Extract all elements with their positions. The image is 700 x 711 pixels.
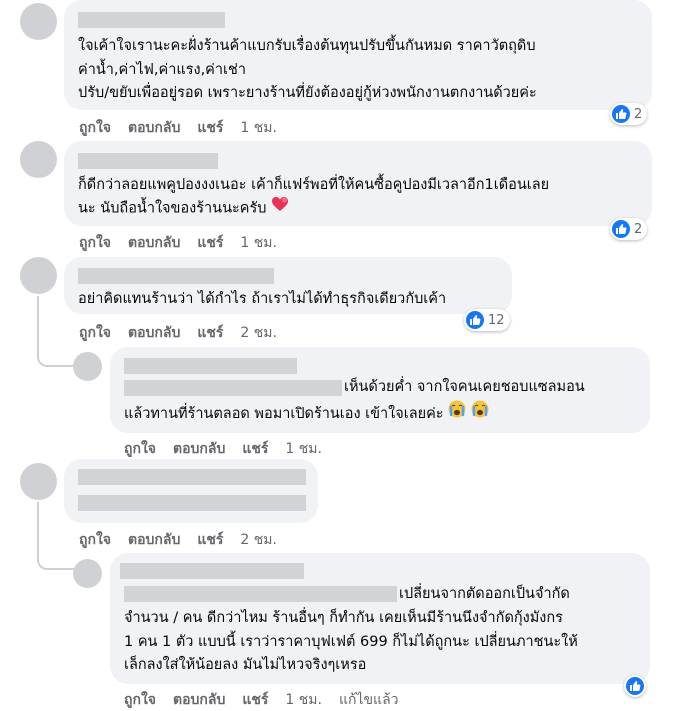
comment-text-line: เห็นด้วยค่ำ จากใจคนเคยชอบแซลมอน xyxy=(344,379,585,395)
reaction-count-badge[interactable]: 2 xyxy=(610,103,648,125)
like-button[interactable]: ถูกใจ xyxy=(124,441,156,457)
like-icon xyxy=(466,311,484,329)
comment-text-line: นะ นับถือน้ำใจของร้านนะครับ xyxy=(78,200,267,217)
like-button[interactable]: ถูกใจ xyxy=(79,235,111,251)
comment-bubble xyxy=(64,459,318,523)
commenter-avatar[interactable] xyxy=(20,3,57,40)
reply-bubble: เปลี่ยนจากตัดออกเป็นจำกัด จำนวน / คน ดีก… xyxy=(110,553,650,684)
comment-text-line: ปรับ/ขยับเพื่ออยู่รอด เพราะยางร้านที่ยัง… xyxy=(78,85,537,101)
reaction-count-badge[interactable]: 12 xyxy=(464,309,510,331)
share-button[interactable]: แชร์ xyxy=(242,692,268,708)
reply-button[interactable]: ตอบกลับ xyxy=(173,692,225,708)
share-button[interactable]: แชร์ xyxy=(197,532,223,548)
reply-button[interactable]: ตอบกลับ xyxy=(173,441,225,457)
like-icon xyxy=(612,220,630,238)
share-button[interactable]: แชร์ xyxy=(197,235,223,251)
comment-actions: ถูกใจ ตอบกลับ แชร์ 1 ชม. xyxy=(79,232,294,254)
comment-text-line: จำนวน / คน ดีกว่าไหม ร้านอื่นๆ ก็ทำกัน เ… xyxy=(124,610,563,626)
comment-bubble: ใจเค้าใจเรานะคะฝั่งร้านค้าแบกรับเรื่องต้… xyxy=(64,0,652,110)
comment-text-line: ใจเค้าใจเรานะคะฝั่งร้านค้าแบกรับเรื่องต้… xyxy=(78,38,536,54)
replier-avatar[interactable] xyxy=(73,559,102,588)
like-button[interactable]: ถูกใจ xyxy=(79,532,111,548)
redacted-comment-text xyxy=(78,495,306,511)
commenter-avatar[interactable] xyxy=(20,257,57,294)
crying-face-icon xyxy=(448,400,466,428)
redacted-mention xyxy=(124,586,397,602)
reply-button[interactable]: ตอบกลับ xyxy=(128,532,180,548)
reaction-count: 2 xyxy=(634,221,643,237)
comment-text-line: อย่าคิดแทนร้านว่า ได้กำไร ถ้าเราไม่ได้ทำ… xyxy=(78,291,447,307)
comment-timestamp[interactable]: 1 ชม. xyxy=(285,441,322,457)
replier-avatar[interactable] xyxy=(73,352,102,381)
comment-bubble: ก็ดีกว่าลอยแพคูปองงงเนอะ เค้าก็แฟร์พอที่… xyxy=(64,141,652,226)
like-button[interactable]: ถูกใจ xyxy=(124,692,156,708)
comment-actions: ถูกใจ ตอบกลับ แชร์ 1 ชม. xyxy=(79,117,294,139)
like-button[interactable]: ถูกใจ xyxy=(79,120,111,136)
comment-timestamp[interactable]: 1 ชม. xyxy=(285,692,322,708)
like-button[interactable]: ถูกใจ xyxy=(79,325,111,341)
share-button[interactable]: แชร์ xyxy=(197,325,223,341)
edited-label[interactable]: แก้ไขแล้ว xyxy=(339,692,399,708)
comment-actions: ถูกใจ ตอบกลับ แชร์ 1 ชม. แก้ไขแล้ว xyxy=(124,689,399,711)
comment-actions: ถูกใจ ตอบกลับ แชร์ 1 ชม. xyxy=(124,438,339,460)
share-button[interactable]: แชร์ xyxy=(197,120,223,136)
comment-text-line: แล้วทานที่ร้านตลอด พอมาเปิดร้านเอง เข้าใ… xyxy=(124,406,444,422)
reply-button[interactable]: ตอบกลับ xyxy=(128,235,180,251)
redacted-username xyxy=(124,358,297,374)
redacted-username xyxy=(78,153,218,169)
reply-button[interactable]: ตอบกลับ xyxy=(128,120,180,136)
reaction-count: 12 xyxy=(488,312,505,328)
comment-bubble: อย่าคิดแทนร้านว่า ได้กำไร ถ้าเราไม่ได้ทำ… xyxy=(64,257,512,314)
comment-timestamp[interactable]: 2 ชม. xyxy=(240,532,277,548)
comment-timestamp[interactable]: 2 ชม. xyxy=(240,325,277,341)
reply-button[interactable]: ตอบกลับ xyxy=(128,325,180,341)
reply-bubble: เห็นด้วยค่ำ จากใจคนเคยชอบแซลมอน แล้วทานท… xyxy=(110,347,650,433)
redacted-username xyxy=(78,469,306,485)
redacted-username xyxy=(78,12,225,28)
comment-text-line: เล็กลงใส่ให้น้อยลง มันไม่ไหวจริงๆเหรอ xyxy=(124,657,367,673)
redacted-mention xyxy=(124,380,342,396)
redacted-username xyxy=(78,268,274,284)
reaction-count: 2 xyxy=(634,106,643,122)
comment-timestamp[interactable]: 1 ชม. xyxy=(240,235,277,251)
comment-text-line-with-emoji: นะ นับถือน้ำใจของร้านนะครับ xyxy=(78,195,289,223)
comment-text-line: เปลี่ยนจากตัดออกเป็นจำกัด xyxy=(399,586,570,602)
commenter-avatar[interactable] xyxy=(20,463,57,500)
redacted-username xyxy=(120,563,304,579)
comment-text-line-with-emoji: แล้วทานที่ร้านตลอด พอมาเปิดร้านเอง เข้าใ… xyxy=(124,400,489,428)
like-icon xyxy=(626,677,644,695)
crying-face-icon xyxy=(471,400,489,428)
reaction-badge[interactable] xyxy=(624,675,646,697)
commenter-avatar[interactable] xyxy=(20,141,57,178)
share-button[interactable]: แชร์ xyxy=(242,441,268,457)
comment-actions: ถูกใจ ตอบกลับ แชร์ 2 ชม. xyxy=(79,529,294,551)
heart-icon xyxy=(271,195,289,222)
reaction-count-badge[interactable]: 2 xyxy=(610,218,648,240)
comment-timestamp[interactable]: 1 ชม. xyxy=(240,120,277,136)
like-icon xyxy=(612,105,630,123)
comment-actions: ถูกใจ ตอบกลับ แชร์ 2 ชม. xyxy=(79,322,294,344)
